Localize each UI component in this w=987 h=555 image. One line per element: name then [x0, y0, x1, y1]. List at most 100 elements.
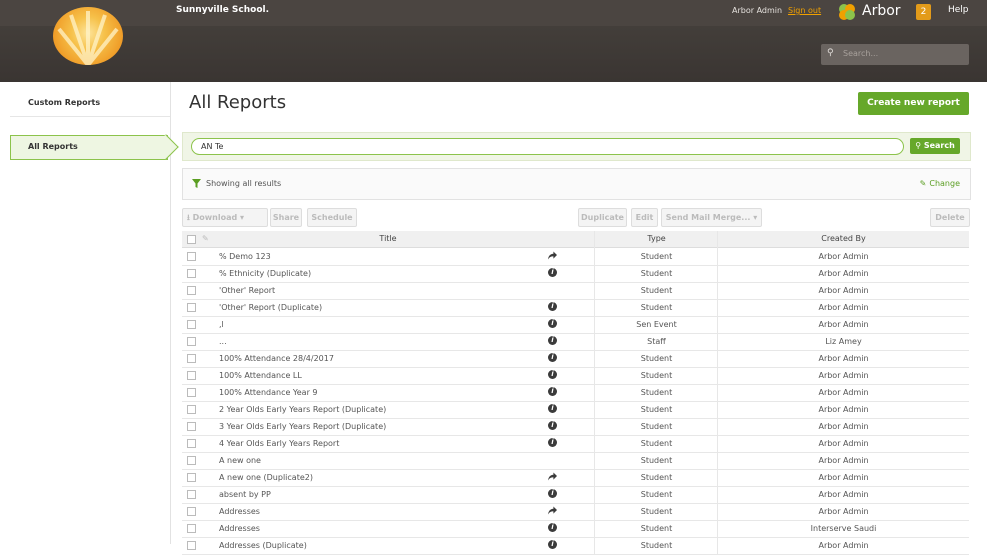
- sign-out-link[interactable]: Sign out: [788, 6, 821, 15]
- info-icon[interactable]: i: [548, 438, 557, 447]
- row-checkbox[interactable]: [187, 286, 196, 295]
- shared-report-icon: [548, 251, 557, 260]
- info-icon[interactable]: i: [548, 523, 557, 532]
- search-button[interactable]: ⚲ Search: [910, 138, 960, 154]
- change-filter-link[interactable]: ✎ Change: [920, 179, 960, 188]
- table-row[interactable]: 100% Attendance 28/4/2017 i Student Arbor A…: [182, 350, 969, 368]
- report-title[interactable]: 'Other' Report (Duplicate): [219, 303, 322, 312]
- report-title[interactable]: absent by PP: [219, 490, 271, 499]
- row-checkbox[interactable]: [187, 524, 196, 533]
- table-row[interactable]: Addresses i Student Interserve Saudi: [182, 520, 969, 538]
- info-icon[interactable]: i: [548, 489, 557, 498]
- table-row[interactable]: 100% Attendance Year 9 i Student Arbor Admi…: [182, 384, 969, 402]
- column-type[interactable]: Type: [595, 234, 718, 243]
- report-title[interactable]: Addresses: [219, 507, 260, 516]
- row-checkbox[interactable]: [187, 439, 196, 448]
- info-icon[interactable]: i: [548, 540, 557, 549]
- row-checkbox[interactable]: [187, 490, 196, 499]
- download-button[interactable]: ⭳ Download ▾: [182, 208, 268, 227]
- school-logo[interactable]: [53, 7, 123, 65]
- row-checkbox[interactable]: [187, 337, 196, 346]
- row-checkbox[interactable]: [187, 541, 196, 550]
- sidebar-item-all-reports[interactable]: All Reports: [10, 135, 168, 160]
- info-icon[interactable]: i: [548, 302, 557, 311]
- row-checkbox[interactable]: [187, 473, 196, 482]
- row-checkbox[interactable]: [187, 405, 196, 414]
- share-button[interactable]: Share: [270, 208, 302, 227]
- report-title[interactable]: ,l: [219, 320, 224, 329]
- report-title[interactable]: Addresses (Duplicate): [219, 541, 307, 550]
- info-icon[interactable]: i: [548, 336, 557, 345]
- table-row[interactable]: Addresses Student Arbor Admin: [182, 503, 969, 521]
- report-title[interactable]: 'Other' Report: [219, 286, 275, 295]
- table-row[interactable]: ... i Staff Liz Amey: [182, 333, 969, 351]
- info-icon[interactable]: i: [548, 353, 557, 362]
- report-type: Student: [640, 252, 673, 261]
- info-icon[interactable]: i: [548, 421, 557, 430]
- report-title[interactable]: % Ethnicity (Duplicate): [219, 269, 311, 278]
- report-title[interactable]: A new one (Duplicate2): [219, 473, 313, 482]
- report-title[interactable]: 100% Attendance LL: [219, 371, 302, 380]
- table-row[interactable]: 4 Year Olds Early Years Report i Student Ar…: [182, 435, 969, 453]
- report-search-input[interactable]: AN Te: [191, 138, 904, 155]
- table-row[interactable]: 100% Attendance LL i Student Arbor Admin: [182, 367, 969, 385]
- table-row[interactable]: ,l i Sen Event Arbor Admin: [182, 316, 969, 334]
- report-type: Sen Event: [636, 320, 677, 329]
- sidebar-item-label: All Reports: [28, 142, 78, 151]
- arbor-brand[interactable]: Arbor: [862, 3, 901, 19]
- table-row[interactable]: % Demo 123 Student Arbor Admin: [182, 248, 969, 266]
- report-title[interactable]: 3 Year Olds Early Years Report (Duplicat…: [219, 422, 386, 431]
- report-title[interactable]: 2 Year Olds Early Years Report (Duplicat…: [219, 405, 386, 414]
- table-row[interactable]: 2 Year Olds Early Years Report (Duplicat…: [182, 401, 969, 419]
- table-row[interactable]: A new one Student Arbor Admin: [182, 452, 969, 470]
- info-icon[interactable]: i: [548, 404, 557, 413]
- row-checkbox[interactable]: [187, 303, 196, 312]
- notifications-badge[interactable]: 2: [916, 4, 931, 20]
- search-icon: ⚲: [915, 141, 924, 150]
- report-title[interactable]: % Demo 123: [219, 252, 271, 261]
- arbor-logo-icon[interactable]: [837, 2, 857, 22]
- create-report-button[interactable]: Create new report: [858, 92, 969, 115]
- table-row[interactable]: Addresses (Duplicate) i Student Arbor Admin: [182, 537, 969, 555]
- row-checkbox[interactable]: [187, 388, 196, 397]
- global-search-input[interactable]: ⚲ Search...: [821, 44, 969, 65]
- sidebar-item-custom-reports[interactable]: Custom Reports: [10, 91, 170, 117]
- report-type: Staff: [647, 337, 666, 346]
- row-checkbox[interactable]: [187, 354, 196, 363]
- report-title[interactable]: 100% Attendance Year 9: [219, 388, 318, 397]
- table-row[interactable]: 3 Year Olds Early Years Report (Duplicat…: [182, 418, 969, 436]
- table-row[interactable]: 'Other' Report (Duplicate) i Student Arbor …: [182, 299, 969, 317]
- table-row[interactable]: absent by PP i Student Arbor Admin: [182, 486, 969, 504]
- report-title[interactable]: ...: [219, 337, 227, 346]
- info-icon[interactable]: i: [548, 268, 557, 277]
- info-icon[interactable]: i: [548, 370, 557, 379]
- info-icon[interactable]: i: [548, 387, 557, 396]
- row-checkbox[interactable]: [187, 507, 196, 516]
- table-row[interactable]: A new one (Duplicate2) Student Arbor Admin: [182, 469, 969, 487]
- report-title[interactable]: 4 Year Olds Early Years Report: [219, 439, 339, 448]
- report-title[interactable]: 100% Attendance 28/4/2017: [219, 354, 334, 363]
- column-title[interactable]: Title: [182, 234, 594, 243]
- report-title[interactable]: A new one: [219, 456, 261, 465]
- row-checkbox[interactable]: [187, 320, 196, 329]
- row-checkbox[interactable]: [187, 422, 196, 431]
- delete-button[interactable]: Delete: [930, 208, 970, 227]
- edit-button[interactable]: Edit: [631, 208, 658, 227]
- filter-status: Showing all results: [206, 179, 282, 188]
- report-created-by: Liz Amey: [825, 337, 862, 346]
- row-checkbox[interactable]: [187, 371, 196, 380]
- row-checkbox[interactable]: [187, 252, 196, 261]
- row-checkbox[interactable]: [187, 269, 196, 278]
- help-link[interactable]: Help: [948, 5, 969, 15]
- info-icon[interactable]: i: [548, 319, 557, 328]
- column-created-by[interactable]: Created By: [718, 234, 969, 243]
- table-row[interactable]: % Ethnicity (Duplicate) i Student Arbor Adm…: [182, 265, 969, 283]
- send-mail-merge-button[interactable]: Send Mail Merge... ▾: [661, 208, 762, 227]
- row-checkbox[interactable]: [187, 456, 196, 465]
- report-title[interactable]: Addresses: [219, 524, 260, 533]
- table-row[interactable]: 'Other' Report Student Arbor Admin: [182, 282, 969, 300]
- report-created-by: Arbor Admin: [818, 286, 869, 295]
- duplicate-button[interactable]: Duplicate: [578, 208, 627, 227]
- school-name[interactable]: Sunnyville School.: [176, 5, 269, 15]
- schedule-button[interactable]: Schedule: [307, 208, 357, 227]
